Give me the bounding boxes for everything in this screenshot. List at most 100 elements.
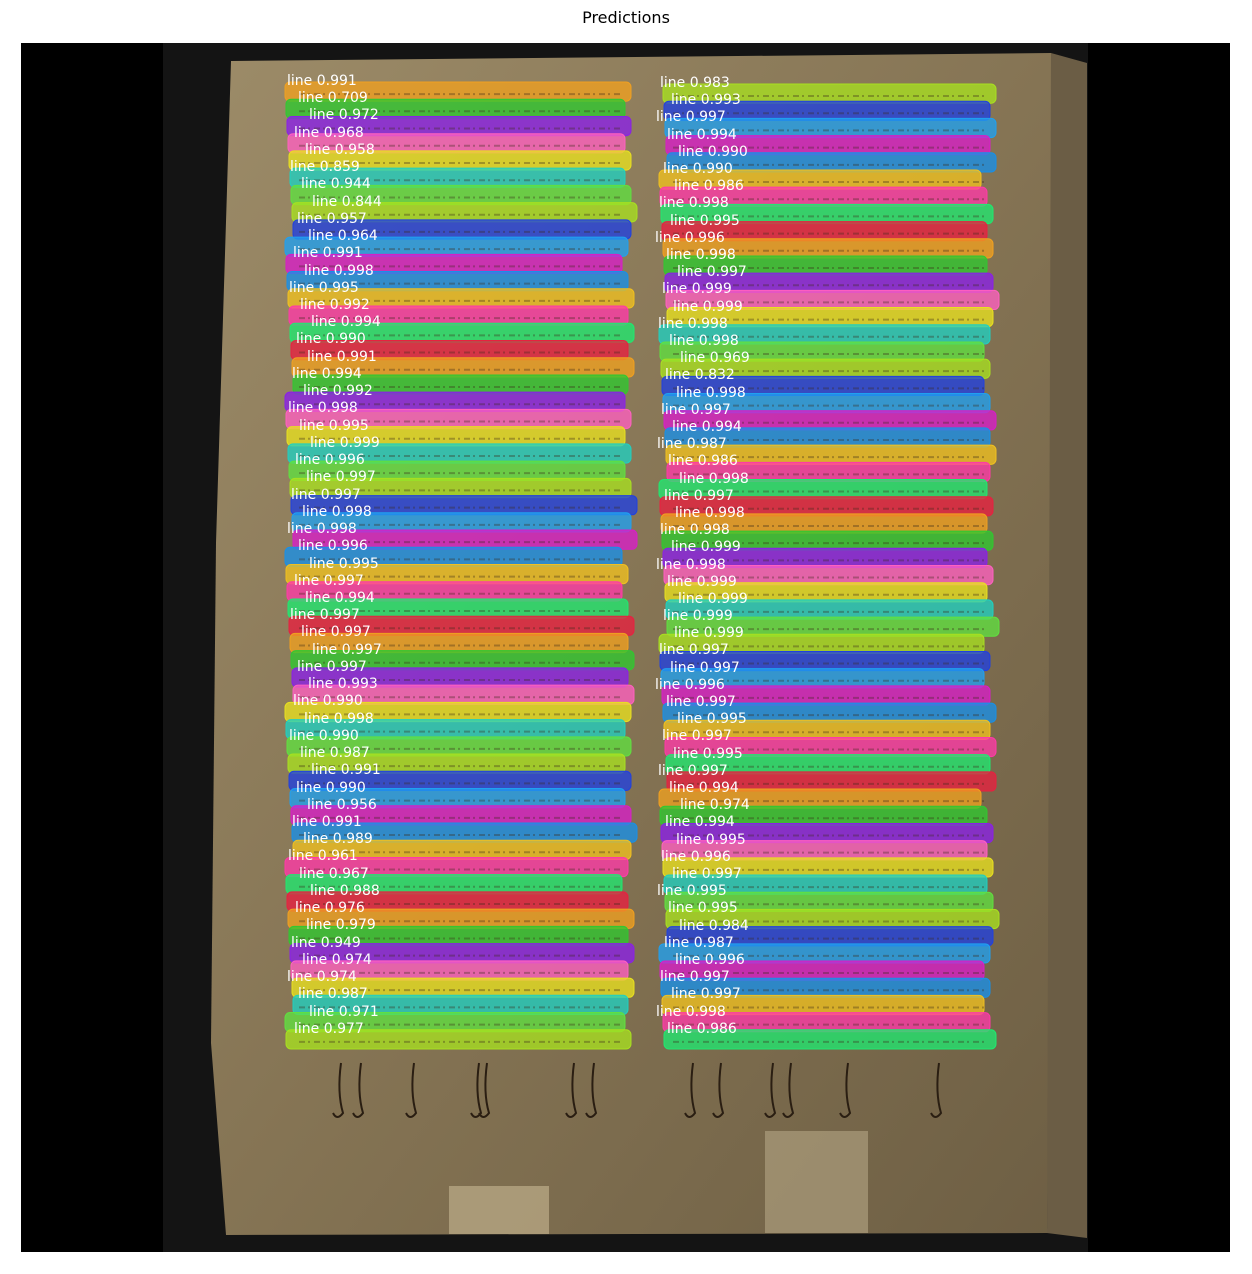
line-mask	[288, 150, 632, 171]
line-mask	[284, 546, 623, 567]
line-mask	[663, 410, 997, 431]
line-mask	[291, 667, 629, 688]
line-mask	[658, 324, 991, 345]
line-mask	[662, 857, 994, 878]
line-mask	[291, 202, 638, 223]
figure-title: Predictions	[582, 8, 670, 27]
line-mask	[662, 238, 994, 259]
line-mask	[286, 115, 632, 137]
line-mask	[662, 547, 988, 568]
line-mask	[284, 701, 632, 723]
line-mask	[290, 650, 635, 671]
line-mask	[661, 375, 985, 397]
line-mask	[666, 307, 994, 328]
line-mask	[661, 685, 991, 706]
line-mask	[285, 408, 632, 430]
line-mask	[666, 616, 1000, 637]
line-mask	[286, 271, 629, 292]
line-mask	[285, 98, 626, 119]
line-mask	[659, 960, 985, 981]
line-mask	[285, 719, 626, 740]
line-mask	[284, 81, 632, 102]
line-mask	[659, 805, 988, 826]
line-mask	[286, 426, 626, 447]
line-mask	[287, 288, 635, 309]
line-mask	[284, 1012, 626, 1033]
line-mask	[289, 322, 635, 343]
line-mask	[665, 754, 991, 775]
line-mask	[663, 719, 991, 740]
line-mask	[660, 203, 994, 225]
parchment-patch-right	[765, 1131, 868, 1233]
line-mask	[659, 341, 985, 362]
line-mask	[290, 960, 629, 981]
line-mask	[288, 460, 626, 481]
line-mask	[290, 805, 632, 826]
line-mask	[284, 856, 629, 878]
line-mask	[287, 443, 632, 464]
line-mask	[285, 1029, 632, 1050]
parchment-edge	[1047, 53, 1087, 1238]
line-mask	[292, 684, 635, 705]
line-mask	[664, 272, 994, 293]
line-mask	[291, 977, 635, 998]
line-mask	[660, 977, 991, 998]
line-mask	[664, 891, 994, 912]
line-mask	[289, 167, 626, 188]
line-mask	[292, 219, 632, 240]
line-mask	[658, 633, 985, 654]
line-mask	[666, 926, 994, 947]
line-mask	[290, 339, 629, 361]
line-mask	[665, 289, 1000, 311]
line-mask	[661, 221, 988, 242]
line-mask	[662, 702, 997, 723]
line-mask	[288, 305, 629, 326]
line-mask	[287, 133, 626, 154]
line-mask	[659, 186, 988, 207]
line-mask	[663, 100, 991, 121]
line-mask	[664, 117, 997, 139]
line-mask	[291, 357, 635, 378]
line-mask	[285, 874, 623, 895]
line-mask	[665, 908, 1000, 930]
line-mask	[664, 582, 988, 603]
line-mask	[665, 135, 991, 156]
line-mask	[285, 564, 629, 585]
line-mask	[288, 615, 635, 636]
line-mask	[658, 788, 982, 809]
line-mask	[290, 184, 632, 206]
line-mask	[292, 529, 638, 550]
line-mask	[287, 753, 626, 774]
line-mask	[660, 513, 988, 534]
line-mask	[659, 496, 994, 517]
line-mask	[663, 565, 994, 586]
line-mask	[290, 495, 638, 516]
line-mask	[662, 393, 991, 414]
line-mask	[661, 994, 985, 1016]
line-mask	[291, 512, 632, 533]
line-mask	[288, 770, 632, 792]
line-mask	[661, 840, 988, 861]
line-mask	[663, 1029, 997, 1050]
line-mask	[658, 943, 991, 964]
line-mask	[291, 822, 638, 843]
line-mask	[665, 444, 997, 465]
line-mask	[666, 152, 997, 173]
line-mask	[663, 874, 988, 895]
line-mask	[292, 839, 632, 860]
line-mask	[287, 908, 635, 929]
line-mask	[662, 1012, 991, 1033]
line-mask	[288, 925, 629, 947]
line-mask	[662, 83, 997, 104]
line-mask	[289, 943, 635, 964]
line-mask	[284, 391, 626, 412]
line-mask	[660, 668, 985, 689]
line-mask	[287, 598, 629, 619]
line-mask	[666, 461, 991, 483]
line-mask	[658, 169, 982, 190]
manuscript-page	[163, 43, 1088, 1252]
line-mask	[286, 581, 623, 602]
line-mask	[660, 358, 991, 379]
parchment-patch-left	[449, 1186, 549, 1234]
line-mask	[661, 530, 994, 551]
